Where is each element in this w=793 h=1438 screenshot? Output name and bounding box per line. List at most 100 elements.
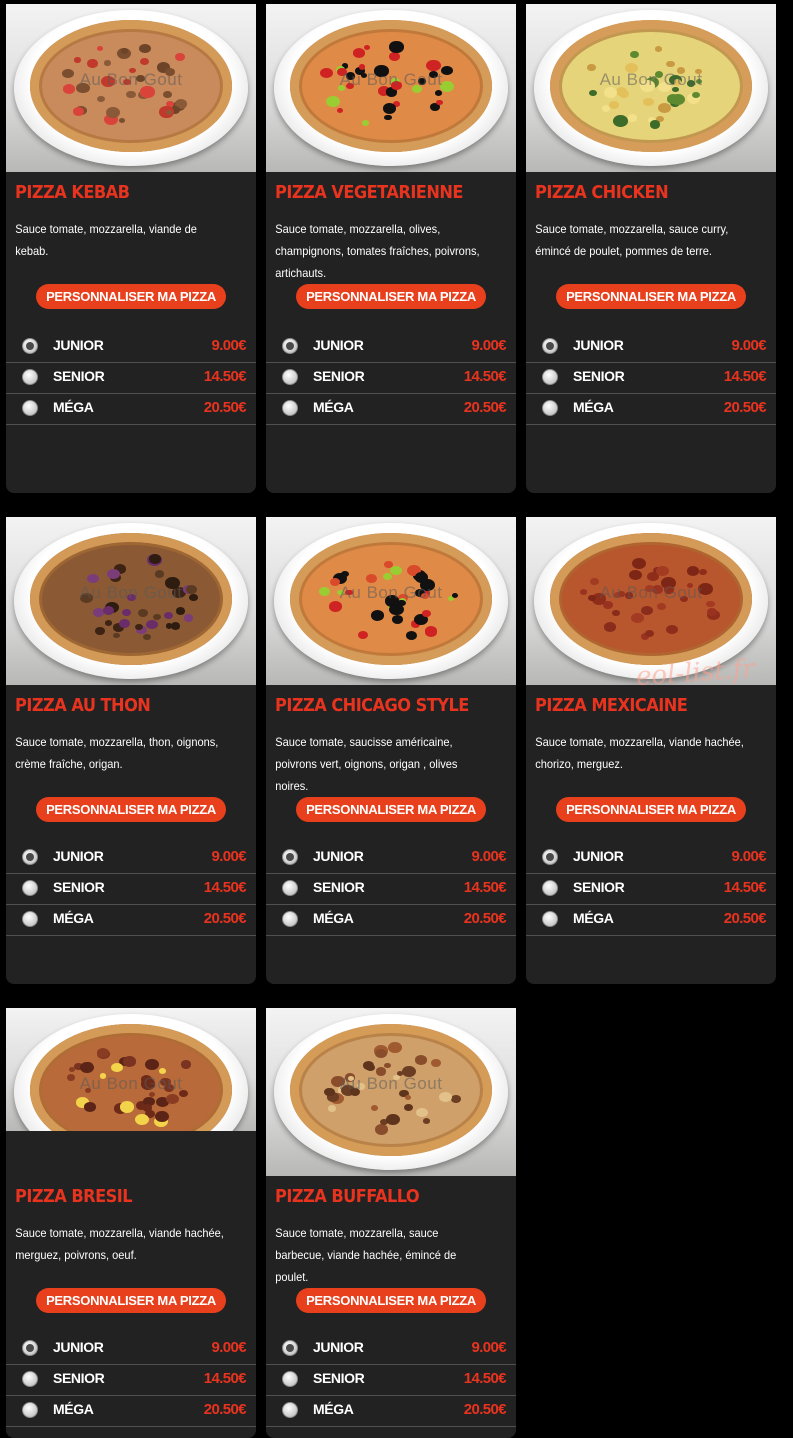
size-radio[interactable] [542,400,558,416]
size-option-row[interactable]: JUNIOR 9.00€ [526,843,776,874]
size-option-row[interactable]: SENIOR 14.50€ [6,1365,256,1396]
size-option-row[interactable]: JUNIOR 9.00€ [266,843,516,874]
pizza-image: Au Bon Gout [6,4,256,172]
customize-pizza-button[interactable]: PERSONNALISER MA PIZZA [36,797,226,822]
pizza-card: Au Bon Gout PIZZA CHICAGO STYLE Sauce toma… [266,517,516,984]
topping-mark [415,571,429,583]
size-option-row[interactable]: JUNIOR 9.00€ [266,332,516,363]
size-radio[interactable] [282,369,298,385]
customize-pizza-button[interactable]: PERSONNALISER MA PIZZA [296,1288,486,1313]
topping-mark [424,626,438,637]
size-radio[interactable] [542,338,558,354]
topping-mark [149,554,161,564]
size-option-row[interactable]: MÉGA 20.50€ [266,905,516,936]
size-option-row[interactable]: MÉGA 20.50€ [526,905,776,936]
size-option-row[interactable]: JUNIOR 9.00€ [266,1334,516,1365]
topping-mark [388,51,400,61]
size-radio[interactable] [282,1340,298,1356]
image-watermark: Au Bon Gout [79,70,183,89]
size-option-row[interactable]: SENIOR 14.50€ [6,363,256,394]
size-price: 14.50€ [203,879,247,896]
topping-mark [390,566,402,576]
size-label: SENIOR [313,879,365,895]
pizza-image: Au Bon Gout [526,4,776,172]
size-option-row[interactable]: SENIOR 14.50€ [266,1365,516,1396]
size-option-row[interactable]: MÉGA 20.50€ [6,905,256,936]
size-option-row[interactable]: SENIOR 14.50€ [266,874,516,905]
size-label: SENIOR [573,879,625,895]
size-radio[interactable] [282,338,298,354]
size-label: JUNIOR [53,848,104,864]
pizza-description: Sauce tomate, mozzarella, thon, oignons,… [15,735,219,771]
size-price: 20.50€ [723,910,767,927]
size-option-row[interactable]: SENIOR 14.50€ [526,874,776,905]
size-radio[interactable] [282,880,298,896]
size-price: 20.50€ [203,1401,247,1418]
topping-mark [119,1101,135,1113]
size-radio[interactable] [22,1371,38,1387]
size-label: JUNIOR [53,337,104,353]
pizza-title: PIZZA AU THON [15,695,151,716]
topping-mark [145,1058,160,1070]
size-option-row[interactable]: JUNIOR 9.00€ [6,843,256,874]
customize-pizza-button[interactable]: PERSONNALISER MA PIZZA [556,284,746,309]
size-radio[interactable] [22,880,38,896]
topping-mark [174,53,185,62]
size-option-row[interactable]: MÉGA 20.50€ [6,394,256,425]
topping-mark [643,97,654,107]
size-radio[interactable] [282,400,298,416]
size-radio[interactable] [542,849,558,865]
size-option-row[interactable]: MÉGA 20.50€ [526,394,776,425]
customize-pizza-button[interactable]: PERSONNALISER MA PIZZA [36,1288,226,1313]
size-radio[interactable] [22,338,38,354]
size-radio[interactable] [542,369,558,385]
size-radio[interactable] [282,911,298,927]
size-option-row[interactable]: MÉGA 20.50€ [6,1396,256,1427]
size-radio[interactable] [22,849,38,865]
customize-pizza-button[interactable]: PERSONNALISER MA PIZZA [36,284,226,309]
size-label: SENIOR [53,368,105,384]
size-option-row[interactable]: SENIOR 14.50€ [526,363,776,394]
size-radio[interactable] [282,1402,298,1418]
size-radio[interactable] [22,400,38,416]
topping-mark [589,89,598,97]
pizza-title: PIZZA CHICKEN [535,182,669,203]
size-radio[interactable] [22,911,38,927]
pizza-card: Au Bon Gout PIZZA MEXICAINE Sauce tomate, … [526,517,776,984]
customize-pizza-button[interactable]: PERSONNALISER MA PIZZA [556,797,746,822]
size-radio[interactable] [22,369,38,385]
topping-mark [645,629,655,637]
size-radio[interactable] [282,1371,298,1387]
size-option-row[interactable]: JUNIOR 9.00€ [6,332,256,363]
topping-mark [414,1055,427,1065]
topping-mark [406,631,417,640]
size-option-row[interactable]: MÉGA 20.50€ [266,1396,516,1427]
size-radio[interactable] [542,911,558,927]
size-label: MÉGA [313,399,354,415]
pizza-description: Sauce tomate, mozzarella, viande hachée,… [15,1226,224,1262]
topping-mark [375,1048,387,1058]
size-option-row[interactable]: JUNIOR 9.00€ [6,1334,256,1365]
size-label: MÉGA [313,910,354,926]
size-radio[interactable] [542,880,558,896]
topping-mark [84,1102,97,1112]
size-options: JUNIOR 9.00€ SENIOR 14.50€ MÉGA 20.50€ [266,1334,516,1427]
topping-mark [391,614,404,624]
size-price: 20.50€ [203,399,247,416]
topping-mark [641,606,653,616]
topping-mark [706,607,717,617]
pizza-title: PIZZA BUFFALLO [275,1186,420,1207]
size-radio[interactable] [22,1402,38,1418]
size-options: JUNIOR 9.00€ SENIOR 14.50€ MÉGA 20.50€ [526,332,776,425]
size-price: 20.50€ [463,399,507,416]
size-option-row[interactable]: SENIOR 14.50€ [266,363,516,394]
size-option-row[interactable]: JUNIOR 9.00€ [526,332,776,363]
size-option-row[interactable]: MÉGA 20.50€ [266,394,516,425]
size-radio[interactable] [22,1340,38,1356]
customize-pizza-button[interactable]: PERSONNALISER MA PIZZA [296,284,486,309]
size-radio[interactable] [282,849,298,865]
size-option-row[interactable]: SENIOR 14.50€ [6,874,256,905]
topping-mark [430,1059,441,1067]
topping-mark [436,100,443,106]
customize-pizza-button[interactable]: PERSONNALISER MA PIZZA [296,797,486,822]
